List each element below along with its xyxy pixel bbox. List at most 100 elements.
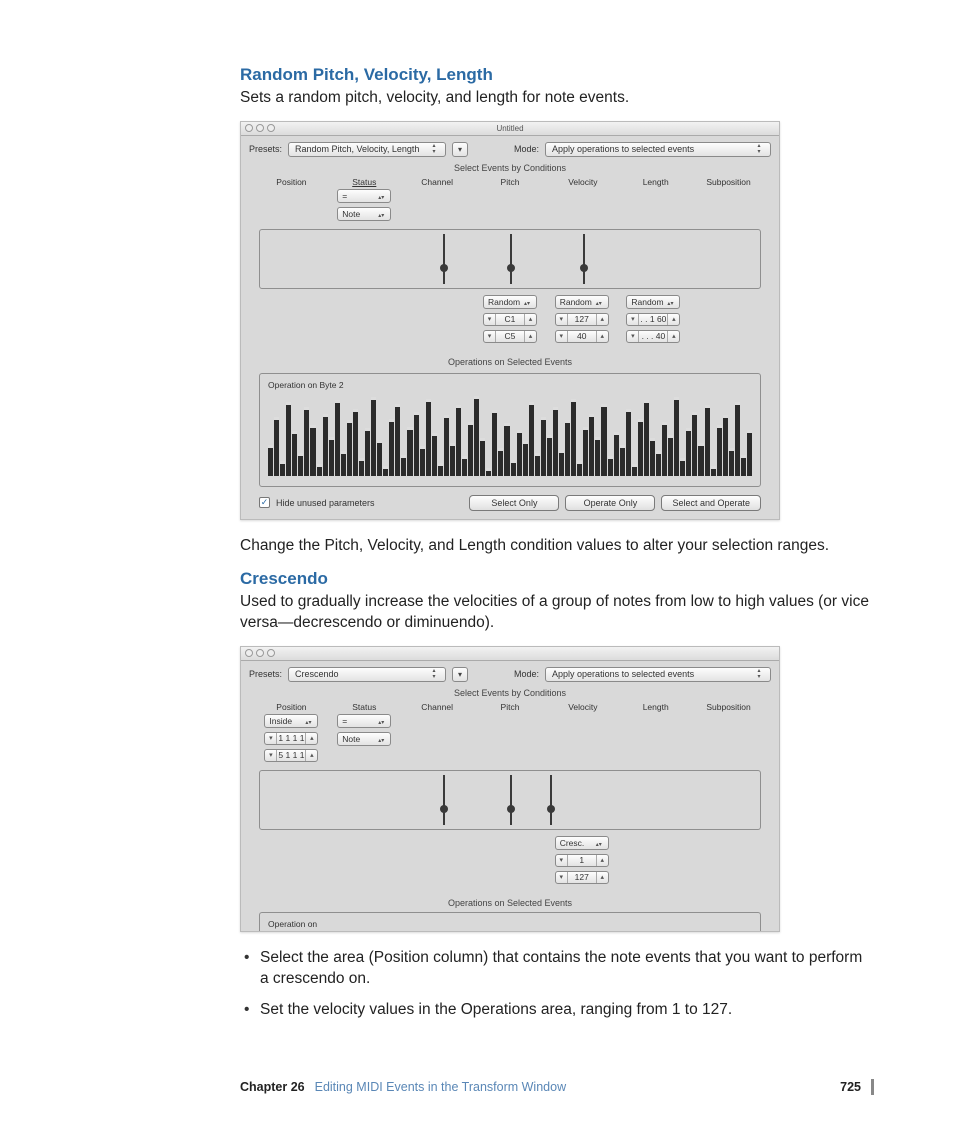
hide-unused-checkbox[interactable]: ✓ [259, 497, 270, 508]
operations-title: Operations on Selected Events [249, 357, 771, 367]
chevron-updown-icon [378, 716, 386, 726]
chart-bar [620, 445, 625, 476]
operation-on-box: Operation on [259, 912, 761, 931]
minimize-icon [256, 649, 264, 657]
chart-bar [329, 437, 334, 476]
chart-bar [595, 437, 600, 476]
mode-label: Mode: [514, 669, 539, 679]
chart-bar [395, 404, 400, 476]
pitch-hi-stepper[interactable]: ▾C5▴ [483, 330, 537, 343]
velocity-op-select[interactable]: Random [555, 295, 609, 309]
chart-bar [377, 440, 382, 476]
chart-bar [286, 402, 291, 476]
condition-columns: Position Status Channel Pitch Velocity L… [255, 702, 765, 712]
length-lo-stepper[interactable]: ▾. . 1 60▴ [626, 313, 680, 326]
velocity-lo-stepper[interactable]: ▾127▴ [555, 313, 609, 326]
chart-bar [310, 425, 315, 476]
chart-bar [632, 464, 637, 475]
chart-bar [353, 409, 358, 476]
chart-bar [674, 397, 679, 476]
pitch-lo-stepper[interactable]: ▾C1▴ [483, 313, 537, 326]
mode-select[interactable]: Apply operations to selected events [545, 667, 771, 682]
chart-bar [359, 458, 364, 476]
transform-window-screenshot-2: Presets: Crescendo ▾ Mode: Apply operati… [240, 646, 780, 932]
close-icon [245, 124, 253, 132]
condition-graph [259, 770, 761, 830]
chart-bar [668, 435, 673, 476]
status-val-select[interactable]: Note [337, 732, 391, 746]
chevron-updown-icon [429, 668, 439, 681]
chart-bar [553, 407, 558, 476]
chart-bar [468, 422, 473, 476]
footer-chapter-title: Editing MIDI Events in the Transform Win… [315, 1080, 566, 1094]
chart-bar [420, 446, 425, 476]
chevron-updown-icon [754, 143, 764, 156]
presets-label: Presets: [249, 669, 282, 679]
mode-select[interactable]: Apply operations to selected events [545, 142, 771, 157]
position-a-stepper[interactable]: ▾1 1 1 1▴ [264, 732, 318, 745]
hide-unused-label: Hide unused parameters [276, 498, 375, 508]
chevron-updown-icon [596, 297, 604, 307]
cresc-hi-stepper[interactable]: ▾127▴ [555, 871, 609, 884]
chart-bar [529, 402, 534, 476]
chart-bar [280, 461, 285, 476]
chevron-updown-icon [378, 734, 386, 744]
para-s2-1: Used to gradually increase the velocitie… [240, 592, 874, 634]
chart-bar [662, 422, 667, 476]
chart-bar [705, 405, 710, 476]
status-op-select[interactable]: = [337, 189, 391, 203]
status-op-select[interactable]: = [337, 714, 391, 728]
zoom-icon [267, 649, 275, 657]
chart-bar [626, 409, 631, 476]
length-op-select[interactable]: Random [626, 295, 680, 309]
chart-bar [335, 400, 340, 475]
position-b-stepper[interactable]: ▾5 1 1 1▴ [264, 749, 318, 762]
bullet-1: Select the area (Position column) that c… [258, 948, 874, 990]
chart-bar [365, 428, 370, 476]
chart-bar [486, 468, 491, 476]
minimize-icon [256, 124, 264, 132]
pitch-op-select[interactable]: Random [483, 295, 537, 309]
chart-bar [304, 407, 309, 476]
chart-bar [711, 466, 716, 476]
status-val-select[interactable]: Note [337, 207, 391, 221]
select-only-button[interactable]: Select Only [469, 495, 559, 511]
velocity-hi-stepper[interactable]: ▾40▴ [555, 330, 609, 343]
select-and-operate-button[interactable]: Select and Operate [661, 495, 761, 511]
operate-only-button[interactable]: Operate Only [565, 495, 655, 511]
presets-menu-button[interactable]: ▾ [452, 667, 468, 682]
chart-bar [692, 412, 697, 476]
chart-bar [438, 463, 443, 476]
chart-bar [547, 435, 552, 476]
velocity-op-cresc-select[interactable]: Cresc. [555, 836, 609, 850]
condition-graph [259, 229, 761, 289]
chart-bar [426, 399, 431, 476]
chart-bar [414, 412, 419, 476]
chart-bar [601, 404, 606, 476]
chart-bar [517, 430, 522, 476]
chart-bar [608, 456, 613, 476]
chevron-updown-icon [524, 297, 532, 307]
chart-bar [268, 445, 273, 476]
condition-columns: Position Status Channel Pitch Velocity L… [255, 177, 765, 187]
presets-menu-button[interactable]: ▾ [452, 142, 468, 157]
position-op-select[interactable]: Inside [264, 714, 318, 728]
chart-bar [498, 448, 503, 476]
chart-bar [298, 453, 303, 476]
chart-bar [292, 431, 297, 476]
presets-select[interactable]: Random Pitch, Velocity, Length [288, 142, 446, 157]
chart-bar [680, 458, 685, 476]
footer-chapter: Chapter 26 [240, 1080, 305, 1094]
chart-bar [741, 455, 746, 476]
chart-bar [583, 427, 588, 476]
chart-bar [383, 466, 388, 476]
length-hi-stepper[interactable]: ▾. . . 40▴ [626, 330, 680, 343]
zoom-icon [267, 124, 275, 132]
crescendo-bullets: Select the area (Position column) that c… [240, 948, 874, 1021]
cresc-lo-stepper[interactable]: ▾1▴ [555, 854, 609, 867]
presets-select[interactable]: Crescendo [288, 667, 446, 682]
heading-random-pitch: Random Pitch, Velocity, Length [240, 65, 874, 85]
chart-bar [462, 456, 467, 476]
chart-bar [474, 396, 479, 476]
chart-bar [559, 450, 564, 476]
